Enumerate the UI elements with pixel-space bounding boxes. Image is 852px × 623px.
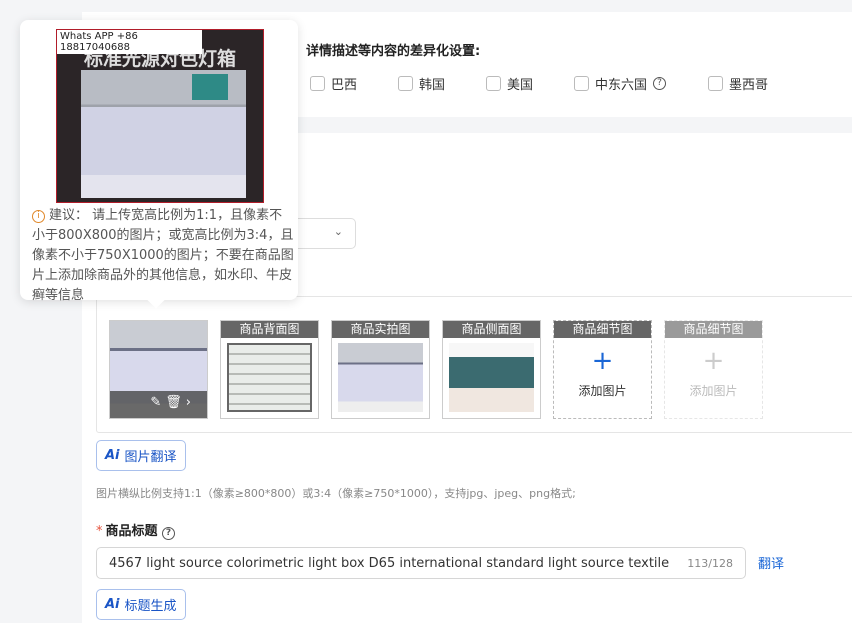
ai-image-translate-button[interactable]: Ai 图片翻译	[96, 440, 186, 471]
image-slot-real[interactable]: 商品实拍图	[331, 320, 430, 419]
translate-link[interactable]: 翻译	[758, 553, 784, 572]
ai-title-generate-button[interactable]: Ai 标题生成	[96, 589, 186, 620]
tip-label: 建议：	[49, 208, 89, 223]
checkbox-label: 墨西哥	[729, 78, 769, 93]
checkbox-label: 韩国	[419, 78, 446, 93]
image-thumbnail	[338, 343, 423, 412]
slot-label: 商品实拍图	[332, 321, 429, 338]
watermark: Whats APP +86 18817040688	[57, 30, 202, 54]
image-slot-side[interactable]: 商品侧面图	[442, 320, 541, 419]
image-thumbnail	[227, 343, 312, 412]
checkbox-label: 中东六国	[595, 78, 648, 93]
slot-label: 商品细节图	[665, 321, 762, 338]
control-panel-graphic	[192, 74, 228, 100]
required-marker: *	[96, 524, 103, 539]
checkbox-label: 美国	[507, 78, 534, 93]
checkbox-korea[interactable]: 韩国	[398, 74, 486, 93]
char-count: 113/128	[687, 556, 733, 570]
product-title-input[interactable]: 4567 light source colorimetric light box…	[96, 547, 746, 579]
checkbox-mexico[interactable]: 墨西哥	[708, 74, 768, 93]
slot-label: 商品背面图	[221, 321, 318, 338]
main-image-slot[interactable]: ✎🗑›	[109, 320, 208, 419]
input-value[interactable]: 4567 light source colorimetric light box…	[109, 556, 669, 571]
differentiation-title: 详情描述等内容的差异化设置:	[306, 44, 481, 59]
image-tools[interactable]: ✎🗑›	[110, 391, 207, 418]
edit-delete-next-icons[interactable]: ✎🗑›	[150, 395, 195, 410]
preview-image: 标准光源对色灯箱 Whats APP +86 18817040688	[56, 29, 264, 203]
image-slot-back[interactable]: 商品背面图	[220, 320, 319, 419]
add-image-label: 添加图片	[689, 384, 738, 398]
checkbox-usa[interactable]: 美国	[486, 74, 574, 93]
plus-icon: +	[591, 346, 614, 376]
image-format-hint: 图片横纵比例支持1:1（像素≥800*800）或3:4（像素≥750*1000）…	[96, 487, 576, 500]
image-slot-detail-add-disabled: 商品细节图 + 添加图片	[664, 320, 763, 419]
label-text: 商品标题	[105, 524, 158, 539]
plus-icon: +	[702, 346, 725, 376]
image-slot-detail-add[interactable]: 商品细节图 + 添加图片	[553, 320, 652, 419]
slot-label: 商品侧面图	[443, 321, 540, 338]
checkbox-brazil[interactable]: 巴西	[310, 74, 398, 93]
button-label: 图片翻译	[124, 450, 177, 465]
help-icon[interactable]: ?	[162, 527, 176, 540]
image-thumbnail	[449, 343, 534, 412]
ai-icon: Ai	[105, 597, 120, 612]
image-preview-popover: 标准光源对色灯箱 Whats APP +86 18817040688 i 建议： …	[20, 20, 298, 303]
help-icon[interactable]: ?	[653, 77, 667, 90]
upload-tip: i 建议： 请上传宽高比例为1:1，且像素不小于800X800的图片；或宽高比例为…	[32, 206, 294, 306]
checkbox-label: 巴西	[331, 78, 358, 93]
title-field-label: * 商品标题 ?	[96, 520, 176, 540]
country-checkboxes: 巴西 韩国 美国 中东六国? 墨西哥	[310, 74, 768, 93]
add-image-label: 添加图片	[578, 384, 627, 398]
checkbox-middle-east[interactable]: 中东六国?	[574, 74, 708, 93]
chevron-down-icon: ⌄	[333, 225, 343, 238]
info-icon: i	[32, 210, 45, 223]
slot-label: 商品细节图	[554, 321, 651, 338]
ai-icon: Ai	[105, 448, 120, 463]
button-label: 标题生成	[124, 599, 177, 614]
